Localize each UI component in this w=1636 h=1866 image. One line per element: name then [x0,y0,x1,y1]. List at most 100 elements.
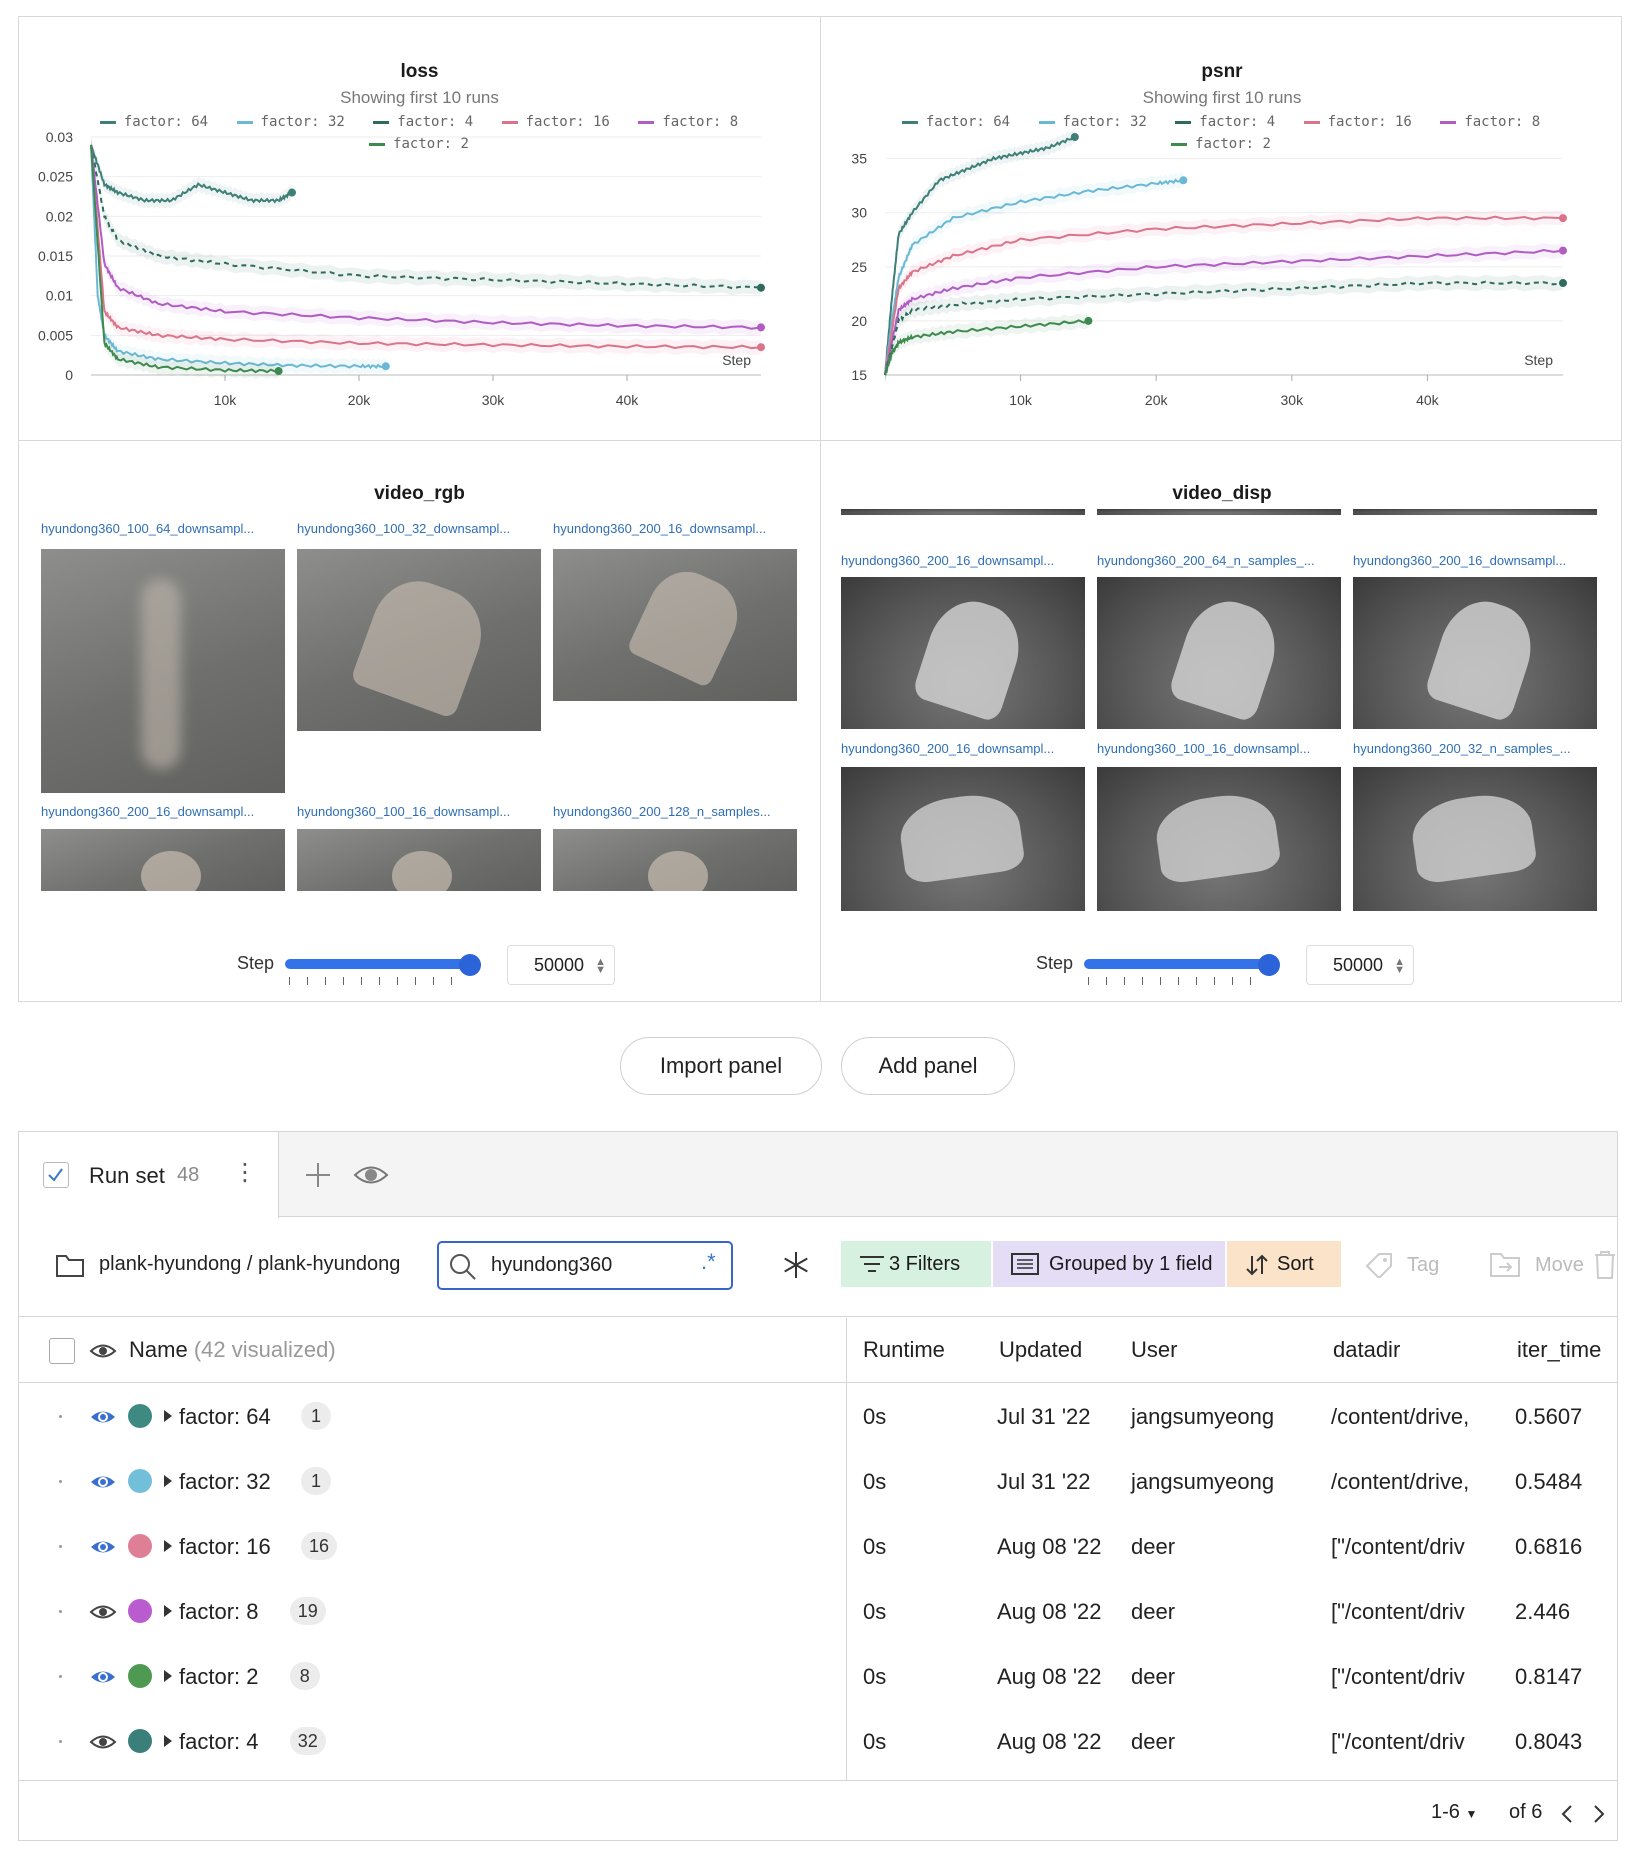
media-run-label[interactable]: hyundong360_200_16_downsampl... [41,804,281,819]
run-group-name[interactable]: factor: 4 [179,1729,258,1755]
sort-button[interactable]: Sort [1227,1241,1341,1287]
media-run-label[interactable]: hyundong360_200_32_n_samples_... [1353,741,1593,756]
visibility-eye-icon[interactable] [89,1536,117,1563]
step-slider[interactable] [285,954,481,985]
video-thumbnail[interactable] [297,829,541,891]
visibility-eye-icon[interactable] [89,1731,117,1758]
visibility-eye-icon[interactable] [89,1601,117,1628]
chevron-right-icon[interactable] [1591,1803,1607,1825]
slider-track[interactable] [1084,959,1274,969]
spinner-icon[interactable]: ▲ ▼ [595,957,606,976]
run-color-swatch[interactable] [128,1469,152,1493]
project-breadcrumb[interactable]: plank-hyundong / plank-hyundong [99,1253,400,1276]
video-thumbnail[interactable] [297,549,541,731]
step-slider[interactable] [1084,954,1280,985]
column-header-datadir[interactable]: datadir [1333,1337,1400,1363]
filters-button[interactable]: 3 Filters [841,1241,991,1287]
run-group-name[interactable]: factor: 8 [179,1599,258,1625]
table-row[interactable]: factor: 16 16 0s Aug 08 '22 deer ["/content/d… [19,1514,1617,1579]
media-run-label[interactable]: hyundong360_100_16_downsampl... [297,804,537,819]
eye-icon[interactable] [353,1162,389,1188]
visibility-eye-icon[interactable] [89,1471,117,1498]
chevron-left-icon[interactable] [1559,1803,1575,1825]
media-run-label[interactable]: hyundong360_200_16_downsampl... [841,553,1081,568]
psnr-chart-plot[interactable]: 35 30 25 20 15 10k 20k 30k 40k Step [821,17,1623,440]
visibility-eye-icon[interactable] [89,1406,117,1433]
table-row[interactable]: factor: 64 1 0s Jul 31 '22 jangsumyeong/cont… [19,1384,1617,1449]
slider-handle[interactable] [1258,954,1280,976]
media-run-label[interactable]: hyundong360_200_16_downsampl... [553,521,793,536]
step-input[interactable]: 50000 ▲ ▼ [507,945,615,985]
series-end-point[interactable] [1559,246,1567,255]
step-input[interactable]: 50000 ▲ ▼ [1306,945,1414,985]
run-group-name[interactable]: factor: 16 [179,1534,271,1560]
tag-label[interactable]: Tag [1407,1254,1439,1277]
add-run-set-icon[interactable] [303,1160,333,1190]
expand-caret-icon[interactable] [164,1475,172,1487]
table-row[interactable]: factor: 8 19 0s Aug 08 '22 deer ["/content/dr… [19,1579,1617,1644]
series-end-point[interactable] [1559,214,1567,223]
series-end-point[interactable] [1179,176,1188,185]
expand-caret-icon[interactable] [164,1670,172,1682]
column-header-name[interactable]: Name (42 visualized) [129,1337,336,1363]
media-run-label[interactable]: hyundong360_200_16_downsampl... [1353,553,1593,568]
expand-caret-icon[interactable] [164,1410,172,1422]
visibility-eye-icon[interactable] [89,1666,117,1693]
run-color-swatch[interactable] [128,1534,152,1558]
table-row[interactable]: factor: 2 8 0s Aug 08 '22 deer ["/content/dri… [19,1644,1617,1709]
slider-handle[interactable] [459,954,481,976]
video-thumbnail[interactable] [1097,767,1341,911]
psnr-chart-panel[interactable]: psnr Showing first 10 runs factor: 64 fa… [821,17,1623,440]
series-end-point[interactable] [1559,279,1567,288]
move-label[interactable]: Move [1535,1254,1584,1277]
expand-caret-icon[interactable] [164,1605,172,1617]
trash-icon[interactable] [1593,1250,1617,1280]
series-end-point[interactable] [1070,133,1079,141]
column-header-iter-time[interactable]: iter_time [1517,1337,1601,1363]
eye-icon[interactable] [89,1340,117,1362]
series-end-point[interactable] [757,283,765,292]
run-group-name[interactable]: factor: 64 [179,1404,271,1430]
series-end-point[interactable] [274,367,283,376]
video-thumbnail-partial[interactable] [1097,509,1341,515]
run-set-checkbox[interactable] [43,1162,69,1188]
table-row[interactable]: factor: 4 32 0s Aug 08 '22 deer ["/content/dr… [19,1709,1617,1774]
video-thumbnail-partial[interactable] [1353,509,1597,515]
video-rgb-panel[interactable]: video_rgb hyundong360_100_64_downsampl..… [19,441,820,1003]
media-run-label[interactable]: hyundong360_200_16_downsampl... [841,741,1081,756]
table-row[interactable]: factor: 32 1 0s Jul 31 '22 jangsumyeong/cont… [19,1449,1617,1514]
add-panel-button[interactable]: Add panel [841,1037,1015,1095]
video-thumbnail-partial[interactable] [841,509,1085,515]
series-end-point[interactable] [1084,316,1093,325]
more-options-icon[interactable]: ⋮ [233,1158,257,1187]
media-run-label[interactable]: hyundong360_100_64_downsampl... [41,521,281,536]
search-input[interactable]: hyundong360 .* [437,1241,733,1290]
regex-toggle[interactable]: .* [701,1249,716,1275]
select-all-checkbox[interactable] [49,1338,75,1364]
column-header-updated[interactable]: Updated [999,1337,1082,1363]
loss-chart-plot[interactable]: 0.03 0.025 0.02 0.015 0.01 0.005 0 10k 20k 30k 40k… [19,17,820,440]
snowflake-icon[interactable] [781,1250,811,1280]
loss-chart-panel[interactable]: loss Showing first 10 runs factor: 64 fa… [19,17,820,440]
series-end-point[interactable] [757,323,765,332]
import-panel-button[interactable]: Import panel [620,1037,822,1095]
expand-caret-icon[interactable] [164,1540,172,1552]
media-run-label[interactable]: hyundong360_100_32_downsampl... [297,521,537,536]
video-thumbnail[interactable] [1353,767,1597,911]
tag-icon[interactable] [1365,1252,1393,1278]
media-run-label[interactable]: hyundong360_200_64_n_samples_... [1097,553,1337,568]
video-thumbnail[interactable] [553,829,797,891]
run-group-name[interactable]: factor: 32 [179,1469,271,1495]
series-end-point[interactable] [288,188,296,197]
series-end-point[interactable] [757,343,765,352]
run-color-swatch[interactable] [128,1404,152,1428]
move-icon[interactable] [1489,1252,1521,1278]
media-run-label[interactable]: hyundong360_200_128_n_samples... [553,804,793,819]
run-group-name[interactable]: factor: 2 [179,1664,258,1690]
video-thumbnail[interactable] [1097,577,1341,729]
slider-track[interactable] [285,959,475,969]
video-thumbnail[interactable] [1353,577,1597,729]
series-end-point[interactable] [381,362,390,371]
page-size-select[interactable]: 1-6 ▼ [1431,1801,1477,1824]
run-color-swatch[interactable] [128,1664,152,1688]
